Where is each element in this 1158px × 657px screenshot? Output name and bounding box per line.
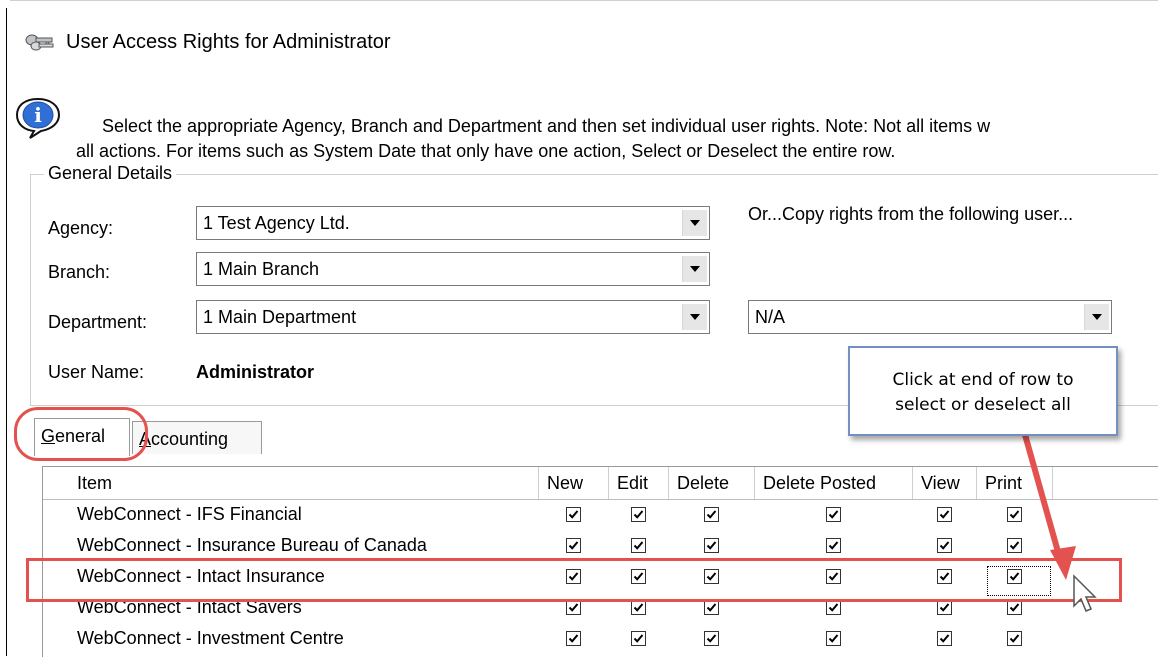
keys-icon [25, 34, 54, 51]
grid-header: Item New Edit Delete Delete Posted View … [43, 467, 1158, 500]
tab-accounting[interactable]: Accounting [132, 421, 262, 454]
column-header-item[interactable]: Item [43, 467, 539, 499]
callout-line1: Click at end of row to [892, 370, 1074, 390]
svg-text:i: i [34, 103, 42, 127]
chevron-down-icon[interactable] [682, 304, 707, 330]
chevron-down-icon[interactable] [682, 210, 707, 236]
copy-rights-combo[interactable]: N/A [748, 300, 1112, 334]
checkbox[interactable] [566, 600, 581, 615]
checkbox[interactable] [566, 631, 581, 646]
username-value: Administrator [196, 362, 315, 382]
window-top-edge [10, 0, 1158, 1]
column-header-delete-posted[interactable]: Delete Posted [755, 467, 913, 499]
row-item-label: WebConnect - IFS Financial [77, 504, 302, 524]
username-label: User Name: [48, 362, 145, 382]
annotation-arrow [1019, 421, 1076, 580]
checkbox[interactable] [631, 631, 646, 646]
branch-combo[interactable]: 1 Main Branch [196, 252, 710, 286]
checkbox[interactable] [1007, 631, 1022, 646]
mouse-cursor-icon [1073, 574, 1097, 612]
window-title: User Access Rights for Administrator [66, 30, 391, 53]
copy-rights-label: Or...Copy rights from the following user… [748, 204, 1074, 224]
table-row[interactable]: WebConnect - Investment Centre [43, 625, 1158, 656]
column-header-new[interactable]: New [539, 467, 609, 499]
callout-line2: select or deselect all [895, 395, 1071, 415]
branch-label: Branch: [48, 262, 111, 282]
checkbox[interactable] [566, 507, 581, 522]
department-value: 1 Main Department [203, 307, 357, 327]
checkbox[interactable] [704, 538, 719, 553]
table-row[interactable]: WebConnect - IFS Financial [43, 501, 1158, 532]
checkbox[interactable] [704, 631, 719, 646]
department-label: Department: [48, 312, 148, 332]
title-bar: User Access Rights for Administrator [24, 22, 391, 62]
window-left-edge [6, 8, 7, 656]
info-text-line2: all actions. For items such as System Da… [76, 141, 896, 161]
copy-rights-value: N/A [755, 307, 786, 327]
checkbox[interactable] [937, 600, 952, 615]
checkbox[interactable] [1007, 600, 1022, 615]
agency-value: 1 Test Agency Ltd. [203, 213, 350, 233]
checkbox[interactable] [826, 631, 841, 646]
row-item-label: WebConnect - Insurance Bureau of Canada [77, 535, 427, 555]
callout-tooltip: Click at end of row to select or deselec… [848, 346, 1118, 436]
agency-label: Agency: [48, 218, 114, 238]
general-details-legend: General Details [44, 163, 177, 184]
branch-value: 1 Main Branch [203, 259, 320, 279]
info-text-line1: Select the appropriate Agency, Branch an… [102, 116, 991, 136]
chevron-down-icon[interactable] [1084, 304, 1109, 330]
checkbox[interactable] [631, 507, 646, 522]
checkbox[interactable] [566, 538, 581, 553]
checkbox[interactable] [937, 507, 952, 522]
department-combo[interactable]: 1 Main Department [196, 300, 710, 334]
agency-combo[interactable]: 1 Test Agency Ltd. [196, 206, 710, 240]
general-tab-highlight [14, 407, 148, 461]
checkbox[interactable] [937, 538, 952, 553]
checkbox[interactable] [826, 600, 841, 615]
column-header-delete[interactable]: Delete [669, 467, 755, 499]
column-header-view[interactable]: View [913, 467, 977, 499]
checkbox[interactable] [826, 507, 841, 522]
checkbox[interactable] [631, 538, 646, 553]
selected-row-highlight [26, 558, 1122, 602]
checkbox[interactable] [631, 600, 646, 615]
chevron-down-icon[interactable] [682, 256, 707, 282]
row-item-label: WebConnect - Investment Centre [77, 628, 344, 648]
checkbox[interactable] [826, 538, 841, 553]
checkbox[interactable] [937, 631, 952, 646]
column-header-edit[interactable]: Edit [609, 467, 669, 499]
checkbox[interactable] [704, 600, 719, 615]
checkbox[interactable] [704, 507, 719, 522]
info-icon: i [15, 97, 61, 139]
